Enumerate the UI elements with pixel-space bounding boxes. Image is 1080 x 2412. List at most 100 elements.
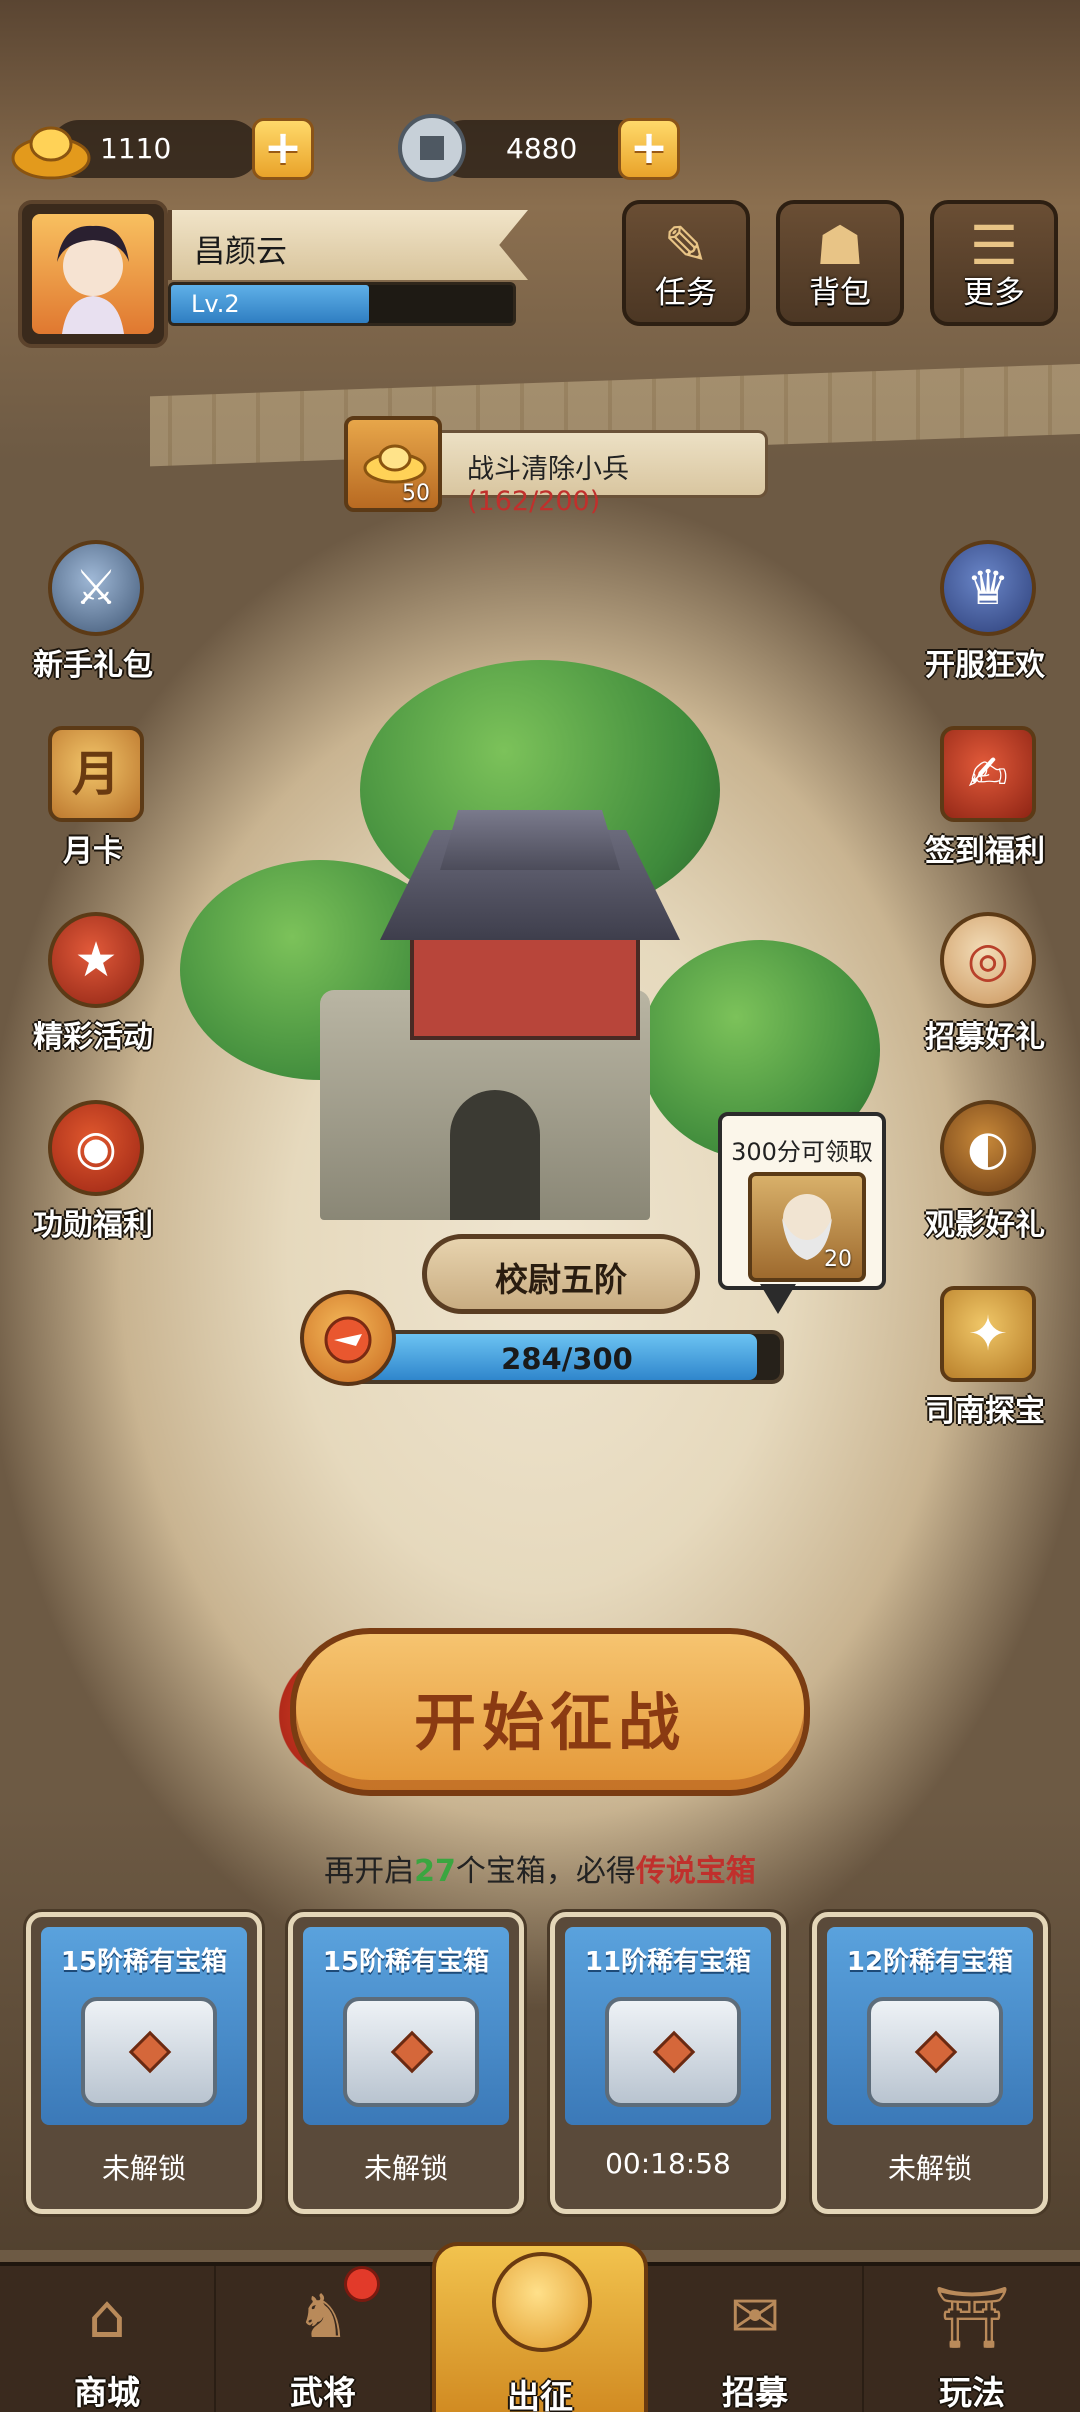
nav-gameplay[interactable]: ⛩ 玩法 xyxy=(864,2266,1080,2412)
hero-shard-count: 20 xyxy=(824,1247,852,1272)
newbie-pack-label: 新手礼包 xyxy=(33,648,153,683)
fortress-upper-roof xyxy=(440,810,620,870)
nav-shop-label: 商城 xyxy=(74,2373,140,2412)
month-card-label: 月卡 xyxy=(63,834,123,869)
rank-badge-icon xyxy=(300,1290,396,1386)
chest-timer: 00:18:58 xyxy=(605,2147,731,2180)
nav-recruit[interactable]: ✉ 招募 xyxy=(648,2266,864,2412)
shop-icon: ⌂ xyxy=(87,2282,127,2352)
rank-reward-title: 300分可领取 xyxy=(731,1138,873,1166)
nav-expedition-label: 出征 xyxy=(507,2377,573,2412)
notification-badge xyxy=(344,2266,380,2302)
general-icon: ♞ xyxy=(296,2282,350,2352)
treasure-chest-icon xyxy=(867,1997,1003,2107)
chest-slot-1[interactable]: 15阶稀有宝箱 未解锁 xyxy=(26,1912,262,2214)
player-name: 昌颜云 xyxy=(194,234,287,270)
server-carnival-label: 开服狂欢 xyxy=(925,648,1045,683)
chest-hint-legend: 传说宝箱 xyxy=(635,1854,756,1889)
expedition-icon xyxy=(492,2252,592,2352)
quest-reward-count: 50 xyxy=(402,481,430,506)
month-card-icon: 月 xyxy=(48,726,144,822)
nav-generals-label: 武将 xyxy=(290,2373,356,2412)
chest-hint-count: 27 xyxy=(414,1854,456,1889)
player-avatar[interactable] xyxy=(18,200,168,348)
player-level-bar: Lv.2 xyxy=(168,282,516,326)
quest-progress: (162/200) xyxy=(467,486,601,517)
chest-slot-panel: 15阶稀有宝箱 xyxy=(303,1927,509,2125)
merit-welfare-button[interactable]: ◉ 功勋福利 xyxy=(18,1100,168,1260)
treasure-chest-icon xyxy=(81,1997,217,2107)
events-label: 精彩活动 xyxy=(33,1020,153,1055)
chest-status: 未解锁 xyxy=(363,2152,448,2185)
chest-slot-panel: 12阶稀有宝箱 xyxy=(827,1927,1033,2125)
rank-title: 校尉五阶 xyxy=(495,1260,627,1299)
merit-welfare-label: 功勋福利 xyxy=(33,1208,153,1243)
nav-gameplay-label: 玩法 xyxy=(939,2373,1005,2412)
recruit-icon: ✉ xyxy=(729,2282,781,2352)
newbie-pack-button[interactable]: ⚔ 新手礼包 xyxy=(18,540,168,700)
signin-icon: ✍ xyxy=(940,726,1036,822)
video-gift-label: 观影好礼 xyxy=(925,1208,1045,1243)
gold-ingot-icon xyxy=(10,112,92,184)
player-name-banner: 昌颜云 xyxy=(168,210,528,280)
chest-title: 15阶稀有宝箱 xyxy=(322,1947,490,1977)
task-label: 任务 xyxy=(655,275,717,311)
fortress-gate xyxy=(450,1090,540,1220)
video-gift-button[interactable]: ◐ 观影好礼 xyxy=(910,1100,1060,1260)
add-gold-button[interactable]: + xyxy=(252,118,314,180)
sinan-icon: ✦ xyxy=(940,1286,1036,1382)
chest-status: 未解锁 xyxy=(887,2152,972,2185)
gameplay-icon: ⛩ xyxy=(933,2283,1011,2353)
bubble-tail xyxy=(760,1284,796,1314)
add-coin-button[interactable]: + xyxy=(618,118,680,180)
more-label: 更多 xyxy=(963,275,1025,311)
server-carnival-button[interactable]: ♛ 开服狂欢 xyxy=(910,540,1060,700)
rank-exp-text: 284/300 xyxy=(501,1342,633,1376)
chest-slot-4[interactable]: 12阶稀有宝箱 未解锁 xyxy=(812,1912,1048,2214)
sinan-treasure-label: 司南探宝 xyxy=(925,1394,1045,1429)
chest-title: 11阶稀有宝箱 xyxy=(584,1947,752,1977)
chest-status: 未解锁 xyxy=(101,2152,186,2185)
events-button[interactable]: ★ 精彩活动 xyxy=(18,912,168,1072)
chest-slot-3[interactable]: 11阶稀有宝箱 00:18:58 xyxy=(550,1912,786,2214)
emperor-icon: ♛ xyxy=(940,540,1036,636)
nav-generals[interactable]: ♞ 武将 xyxy=(216,2266,432,2412)
chest-slot-panel: 15阶稀有宝箱 xyxy=(41,1927,247,2125)
gold-amount: 1110 xyxy=(100,132,172,165)
player-level: Lv.2 xyxy=(191,290,240,318)
recruit-gift-label: 招募好礼 xyxy=(925,1020,1045,1055)
copper-coin-icon xyxy=(392,112,474,184)
rank-exp-bar: 284/300 xyxy=(350,1330,784,1384)
backpack-button[interactable]: ☗ 背包 xyxy=(776,200,904,326)
compass-icon: ◐ xyxy=(940,1100,1036,1196)
task-button[interactable]: ✎ 任务 xyxy=(622,200,750,326)
month-card-button[interactable]: 月 月卡 xyxy=(18,726,168,886)
chest-hint: 再开启27个宝箱，必得传说宝箱 xyxy=(324,1854,756,1889)
backpack-label: 背包 xyxy=(809,275,871,311)
signin-welfare-button[interactable]: ✍ 签到福利 xyxy=(910,726,1060,886)
bottom-nav: ⌂ 商城 ♞ 武将 出征 ✉ 招募 ⛩ 玩法 xyxy=(0,2242,1080,2412)
quest-text: 战斗清除小兵 (162/200) xyxy=(467,454,629,517)
merit-bag-icon: ◉ xyxy=(48,1100,144,1196)
rank-plaque: 校尉五阶 xyxy=(422,1234,700,1314)
quest-reward-icon: 50 xyxy=(344,416,442,512)
avatar-portrait xyxy=(32,214,154,334)
sinan-treasure-button[interactable]: ✦ 司南探宝 xyxy=(910,1286,1060,1446)
chest-title: 15阶稀有宝箱 xyxy=(60,1947,228,1977)
gift-bag-icon: ★ xyxy=(48,912,144,1008)
treasure-chest-icon xyxy=(605,1997,741,2107)
drum-icon: ◎ xyxy=(940,912,1036,1008)
start-battle-label: 开始征战 xyxy=(413,1686,686,1759)
chest-slot-2[interactable]: 15阶稀有宝箱 未解锁 xyxy=(288,1912,524,2214)
start-battle-button[interactable]: 开始征战 xyxy=(290,1628,810,1796)
recruit-gift-button[interactable]: ◎ 招募好礼 xyxy=(910,912,1060,1072)
chest-title: 12阶稀有宝箱 xyxy=(846,1947,1014,1977)
coin-amount: 4880 xyxy=(506,132,578,165)
more-button[interactable]: ☰ 更多 xyxy=(930,200,1058,326)
treasure-chest-icon xyxy=(343,1997,479,2107)
rank-reward-bubble[interactable]: 300分可领取 20 xyxy=(718,1112,886,1290)
nav-shop[interactable]: ⌂ 商城 xyxy=(0,2266,216,2412)
signin-welfare-label: 签到福利 xyxy=(925,834,1045,869)
nav-expedition[interactable]: 出征 xyxy=(432,2242,648,2412)
hero-shard-icon: 20 xyxy=(748,1172,866,1282)
